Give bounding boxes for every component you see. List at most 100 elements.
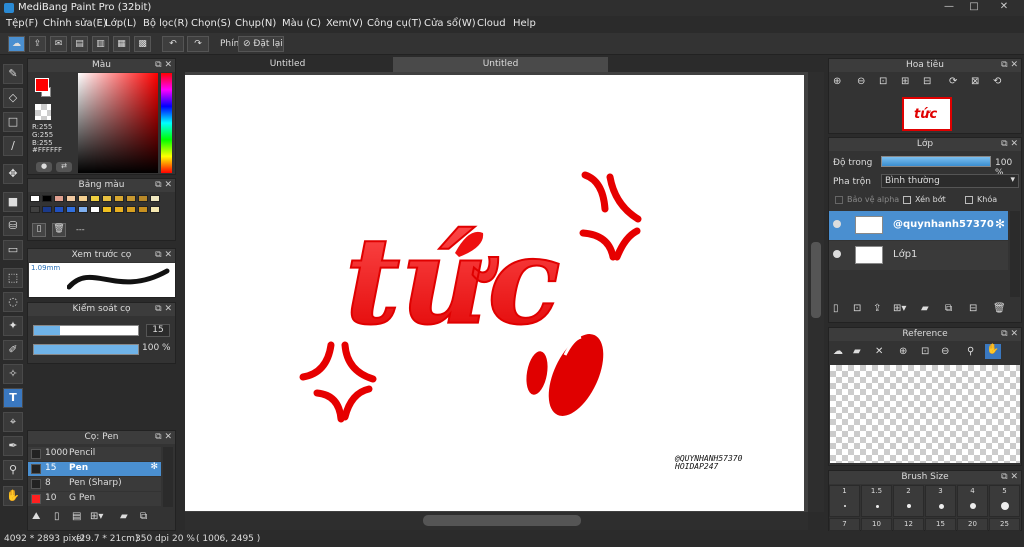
reference-fit-icon[interactable]: ⊡ <box>921 346 929 357</box>
rotate-back-icon[interactable]: ⟲ <box>993 76 1001 87</box>
panel-controls-icon[interactable]: ⧉ ✕ <box>1001 138 1018 151</box>
tab-untitled-1[interactable]: Untitled <box>185 57 390 72</box>
horizontal-scroll-thumb[interactable] <box>423 515 581 526</box>
palette-swatch[interactable] <box>114 206 124 213</box>
move-tool-icon[interactable]: ✥ <box>3 164 23 184</box>
brush-list-item[interactable]: 10 G Pen <box>28 492 161 506</box>
menu-file[interactable]: Tệp(F) <box>6 18 38 29</box>
brush-size-cell[interactable]: 3 <box>925 485 956 517</box>
reference-zoom-in-icon[interactable]: ⊕ <box>899 346 907 357</box>
gear-icon[interactable]: ✻ <box>995 217 1005 231</box>
color-swap-icon[interactable]: ⇄ <box>56 162 72 172</box>
palette-swatch[interactable] <box>102 206 112 213</box>
brush-size-cell[interactable]: 12 <box>893 518 924 531</box>
eraser-tool-icon[interactable]: ◇ <box>3 88 23 108</box>
panel-controls-icon[interactable]: ⧉ ✕ <box>155 303 172 316</box>
clip-checkbox[interactable] <box>903 196 911 204</box>
brush-size-cell[interactable]: 10 <box>861 518 892 531</box>
menu-cloud[interactable]: Cloud <box>477 18 506 29</box>
palette-swatch[interactable] <box>42 206 52 213</box>
close-window-button[interactable]: ✕ <box>990 0 1018 14</box>
brush-list-item[interactable]: 1000 Pencil <box>28 447 161 461</box>
reset-button[interactable]: ⊘ Đặt lại <box>238 36 284 52</box>
reference-open-icon[interactable]: ▰ <box>853 346 861 357</box>
text-tool-icon[interactable]: T <box>3 388 23 408</box>
palette-swatch[interactable] <box>150 206 160 213</box>
rectangle-tool-icon[interactable]: □ <box>3 112 23 132</box>
undo-icon[interactable]: ↶ <box>162 36 184 52</box>
panel-controls-icon[interactable]: ⧉ ✕ <box>155 249 172 262</box>
transparent-swatch[interactable] <box>35 104 51 120</box>
palette-swatch[interactable] <box>30 206 40 213</box>
menu-filter[interactable]: Bộ lọc(R) <box>143 18 188 29</box>
select-eraser-icon[interactable]: ✧ <box>3 364 23 384</box>
palette-swatch[interactable] <box>54 206 64 213</box>
layer-folder-icon[interactable]: ▰ <box>921 303 929 314</box>
hand-tool-icon[interactable]: ✋ <box>3 486 23 506</box>
panel-controls-icon[interactable]: ⧉ ✕ <box>155 59 172 72</box>
panel-controls-icon[interactable]: ⧉ ✕ <box>1001 471 1018 484</box>
layer-add-menu-icon[interactable]: ⊞▾ <box>893 303 906 314</box>
reference-view[interactable] <box>830 365 1020 463</box>
panel-controls-icon[interactable]: ⧉ ✕ <box>155 179 172 192</box>
maximize-button[interactable]: □ <box>963 0 985 14</box>
brush-size-cell[interactable]: 2 <box>893 485 924 517</box>
vertical-scroll-thumb[interactable] <box>811 242 821 318</box>
menu-view[interactable]: Xem(V) <box>326 18 363 29</box>
new-palette-icon[interactable]: ▯ <box>32 223 46 237</box>
menu-edit[interactable]: Chỉnh sửa(E) <box>43 18 107 29</box>
lasso-icon[interactable]: ◌ <box>3 292 23 312</box>
zoom-in-icon[interactable]: ⊕ <box>833 76 841 87</box>
menu-tools[interactable]: Công cụ(T) <box>367 18 422 29</box>
navigator-thumbnail[interactable]: tức <box>902 97 952 131</box>
menu-window[interactable]: Cửa sổ(W) <box>424 18 476 29</box>
menu-snap[interactable]: Chụp(N) <box>235 18 276 29</box>
palette-swatch[interactable] <box>30 195 40 202</box>
zoom-out-icon[interactable]: ⊖ <box>857 76 865 87</box>
brush-add-icon[interactable]: ⛰ <box>32 511 40 522</box>
palette-swatch[interactable] <box>66 206 76 213</box>
brush-opacity-slider[interactable] <box>33 344 139 355</box>
reference-cloud-icon[interactable]: ☁ <box>833 346 843 357</box>
reset-view-icon[interactable]: ⊠ <box>971 76 979 87</box>
canvas-vertical-scrollbar[interactable] <box>808 72 824 512</box>
duplicate-icon[interactable]: ⧉ <box>140 511 147 522</box>
folder-icon[interactable]: ▰ <box>120 511 128 522</box>
reference-eyedropper-icon[interactable]: ⚲ <box>967 346 974 357</box>
hue-slider[interactable] <box>161 73 172 173</box>
trash-icon[interactable]: 🗑 <box>52 223 66 237</box>
brush-list-item[interactable]: 8 Pen (Sharp) <box>28 477 161 491</box>
minimize-button[interactable]: — <box>938 0 960 14</box>
gear-icon[interactable]: ✻ <box>150 462 158 472</box>
palette-swatch[interactable] <box>126 195 136 202</box>
palette-swatch[interactable] <box>114 195 124 202</box>
page-icon[interactable]: ▥ <box>92 36 109 52</box>
color-mode-icon[interactable]: ● <box>36 162 52 172</box>
palette-swatch[interactable] <box>126 206 136 213</box>
palette-swatch[interactable] <box>78 195 88 202</box>
menu-color[interactable]: Màu (C) <box>282 18 321 29</box>
upload-icon[interactable]: ⇪ <box>29 36 46 52</box>
new-layer-icon[interactable]: ▯ <box>833 303 839 314</box>
palette-swatch[interactable] <box>150 195 160 202</box>
fill-rect-tool-icon[interactable]: ■ <box>3 192 23 212</box>
panel-controls-icon[interactable]: ⧉ ✕ <box>1001 59 1018 72</box>
document-icon[interactable]: ▤ <box>71 36 88 52</box>
actual-size-icon[interactable]: ⊞ <box>901 76 909 87</box>
palette-swatch[interactable] <box>90 206 100 213</box>
layer-row[interactable]: @quynhanh57370 ✻ <box>829 211 1008 240</box>
menu-layer[interactable]: Lớp(L) <box>105 18 136 29</box>
flip-icon[interactable]: ⊟ <box>923 76 931 87</box>
brush-tool-icon[interactable]: ✎ <box>3 64 23 84</box>
panel-controls-icon[interactable]: ⧉ ✕ <box>1001 328 1018 341</box>
gradient-tool-icon[interactable]: ▭ <box>3 240 23 260</box>
brush-settings-icon[interactable]: ▤ <box>72 511 81 522</box>
eye-icon[interactable] <box>833 250 841 258</box>
brush-size-slider[interactable] <box>33 325 139 336</box>
layer-row[interactable]: Lớp1 <box>829 241 1008 270</box>
select-pen-icon[interactable]: ✐ <box>3 340 23 360</box>
line-tool-icon[interactable]: ∕ <box>3 136 23 156</box>
operation-tool-icon[interactable]: ⌖ <box>3 412 23 432</box>
brush-menu-icon[interactable]: ⊞▾ <box>90 511 103 522</box>
brush-size-cell[interactable]: 4 <box>957 485 988 517</box>
